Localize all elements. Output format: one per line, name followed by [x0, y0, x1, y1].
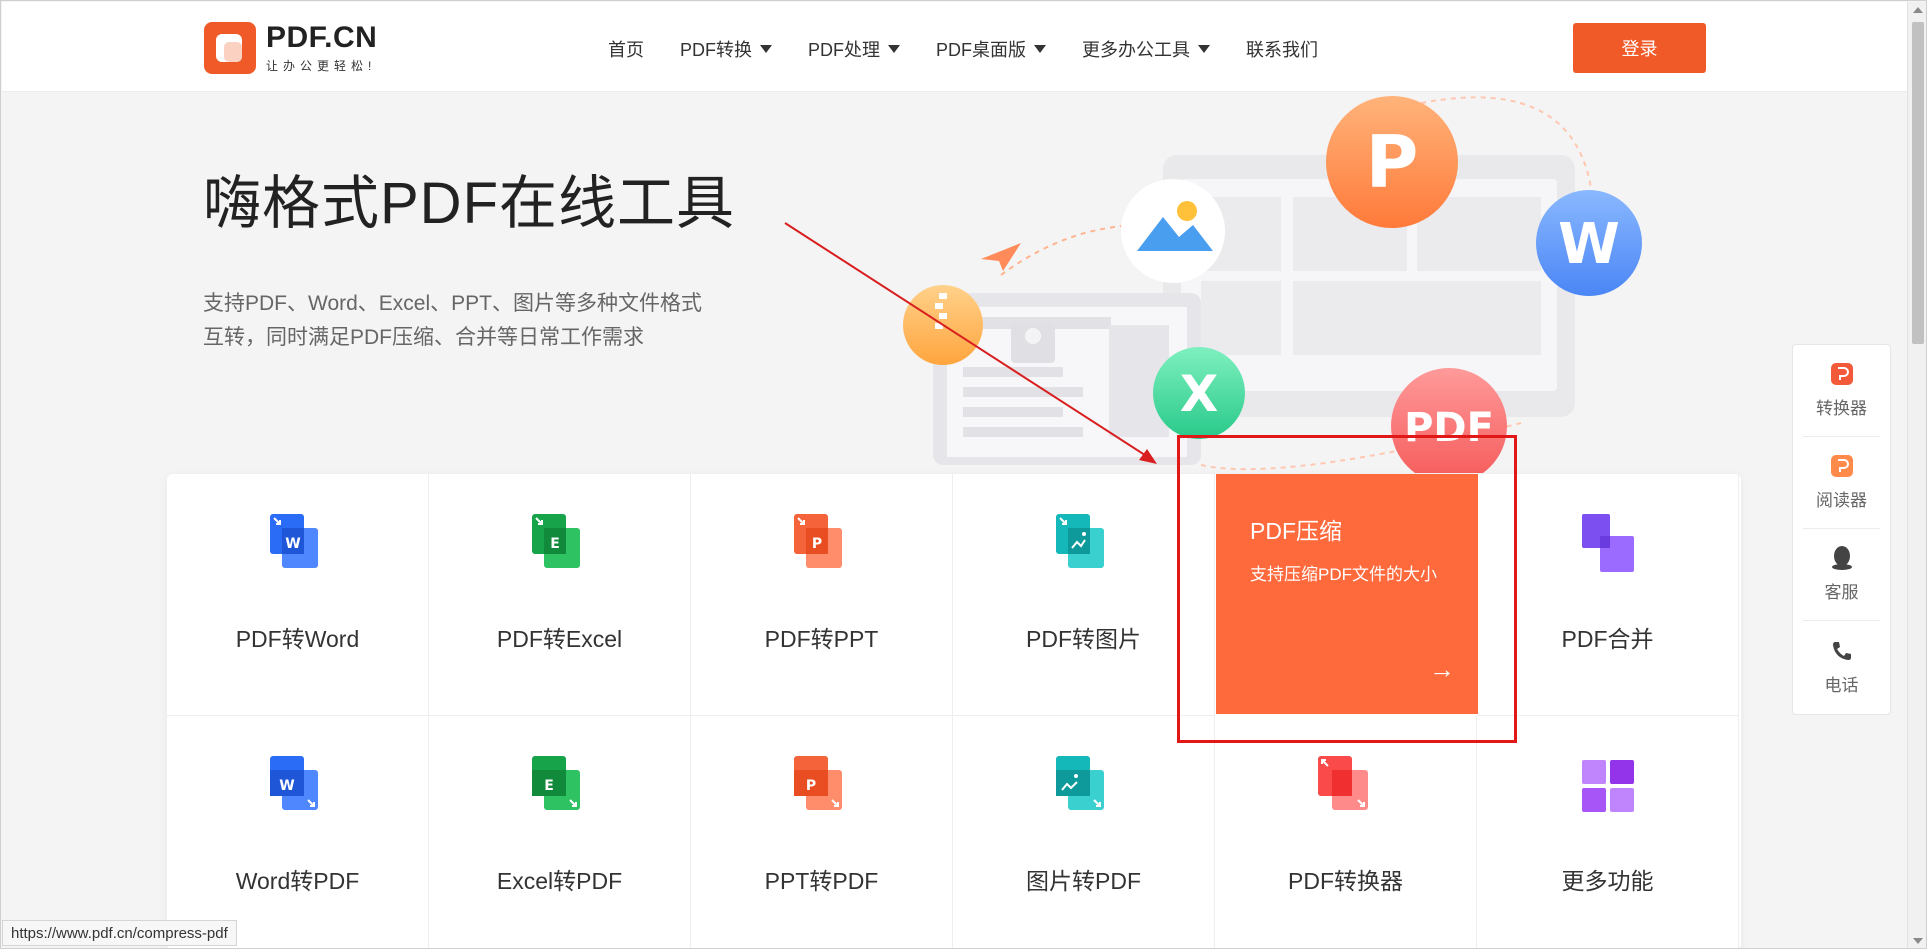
login-button[interactable]: 登录	[1573, 23, 1706, 73]
svg-text:P: P	[805, 778, 815, 794]
nav-home[interactable]: 首页	[608, 36, 644, 62]
phone-icon	[1829, 639, 1855, 663]
tool-word-to-pdf[interactable]: W Word转PDF	[167, 716, 429, 948]
scroll-down-icon[interactable]	[1913, 938, 1923, 944]
annotation-highlight-box	[1177, 435, 1517, 743]
sidebar-converter[interactable]: 转换器	[1803, 345, 1880, 437]
scroll-thumb[interactable]	[1912, 22, 1924, 344]
nav-contact[interactable]: 联系我们	[1246, 36, 1318, 62]
word-icon: W	[269, 514, 318, 568]
sidebar-phone[interactable]: 电话	[1803, 621, 1880, 713]
ppt-icon: P	[793, 756, 842, 810]
tool-image-to-pdf[interactable]: 图片转PDF	[953, 716, 1215, 948]
caret-down-icon	[888, 45, 900, 53]
word-icon: W	[269, 756, 318, 810]
site-logo[interactable]: PDF.CN 让办公更轻松!	[204, 22, 377, 74]
sidebar-reader[interactable]: 阅读器	[1803, 437, 1880, 529]
merge-icon	[1581, 514, 1634, 572]
illus-w-letter: W	[1558, 212, 1620, 277]
tool-pdf-to-excel[interactable]: E PDF转Excel	[429, 474, 691, 716]
logo-mark-icon	[204, 22, 256, 74]
tool-pdf-to-ppt[interactable]: P PDF转PPT	[691, 474, 953, 716]
tool-pdf-to-image[interactable]: PDF转图片	[953, 474, 1215, 716]
sidebar-support[interactable]: 客服	[1803, 529, 1880, 621]
main-nav: 首页 PDF转换 PDF处理 PDF桌面版 更多办公工具 联系我们	[608, 36, 1354, 62]
link-status-bar: https://www.pdf.cn/compress-pdf	[2, 920, 237, 946]
tool-pdf-converter[interactable]: PDF转换器	[1215, 716, 1477, 948]
converter-app-icon	[1829, 362, 1855, 386]
logo-slogan: 让办公更轻松!	[266, 58, 377, 73]
svg-text:E: E	[550, 536, 560, 552]
logo-text: PDF.CN	[266, 20, 378, 54]
ppt-icon: P	[793, 514, 842, 568]
svg-text:E: E	[544, 778, 554, 794]
illus-p-letter: P	[1366, 120, 1419, 204]
hero-illustration: P W X PDF	[903, 96, 1642, 473]
nav-more-tools[interactable]: 更多办公工具	[1082, 36, 1210, 62]
qq-icon	[1829, 546, 1855, 570]
page-scrollbar[interactable]	[1907, 2, 1926, 948]
excel-icon: E	[531, 756, 580, 810]
scroll-up-icon[interactable]	[1913, 7, 1923, 13]
svg-text:W: W	[285, 536, 300, 552]
svg-text:P: P	[811, 536, 821, 552]
tool-ppt-to-pdf[interactable]: P PPT转PDF	[691, 716, 953, 948]
hero-description: 支持PDF、Word、Excel、PPT、图片等多种文件格式 互转，同时满足PD…	[203, 292, 702, 349]
browser-viewport: PDF.CN 让办公更轻松! 首页 PDF转换 PDF处理 PDF桌面版 更多办…	[0, 0, 1927, 949]
hero-title: 嗨格式PDF在线工具	[203, 171, 736, 236]
grid-icon	[1581, 760, 1634, 812]
reader-app-icon	[1829, 454, 1855, 478]
illus-x-letter: X	[1180, 365, 1219, 423]
image-icon	[1055, 756, 1104, 810]
caret-down-icon	[760, 45, 772, 53]
excel-icon: E	[531, 514, 580, 568]
nav-pdf-desktop[interactable]: PDF桌面版	[936, 36, 1046, 62]
tool-more-features[interactable]: 更多功能	[1477, 716, 1739, 948]
svg-text:W: W	[279, 778, 294, 794]
tool-excel-to-pdf[interactable]: E Excel转PDF	[429, 716, 691, 948]
floating-sidebar: 转换器 阅读器 客服 电话	[1792, 344, 1891, 715]
image-icon	[1055, 514, 1104, 568]
caret-down-icon	[1034, 45, 1046, 53]
nav-pdf-convert[interactable]: PDF转换	[680, 36, 772, 62]
nav-pdf-process[interactable]: PDF处理	[808, 36, 900, 62]
tool-pdf-to-word[interactable]: W PDF转Word	[167, 474, 429, 716]
caret-down-icon	[1198, 45, 1210, 53]
site-header: PDF.CN 让办公更轻松! 首页 PDF转换 PDF处理 PDF桌面版 更多办…	[2, 2, 1907, 92]
converter-icon	[1317, 756, 1368, 810]
